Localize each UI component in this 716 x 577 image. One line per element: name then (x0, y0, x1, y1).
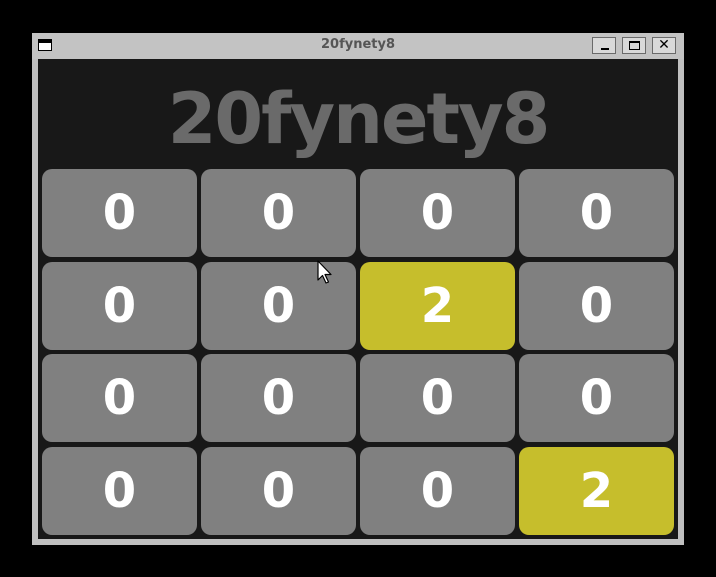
tile-r0-c1: 0 (201, 169, 356, 257)
tile-r2-c2: 0 (360, 354, 515, 442)
mouse-cursor-icon (317, 260, 332, 284)
tile-r1-c0: 0 (42, 262, 197, 350)
game-board: 0 0 0 0 0 0 2 0 0 0 0 0 0 0 0 2 (42, 169, 674, 535)
tile-r0-c2: 0 (360, 169, 515, 257)
tile-r3-c2: 0 (360, 447, 515, 535)
tile-r0-c0: 0 (42, 169, 197, 257)
minimize-button[interactable] (592, 37, 616, 54)
tile-r0-c3: 0 (519, 169, 674, 257)
title-bar[interactable]: 20fynety8 ✕ (32, 33, 684, 59)
maximize-button[interactable] (622, 37, 646, 54)
tile-r3-c0: 0 (42, 447, 197, 535)
app-window: 20fynety8 ✕ 20fynety8 0 0 0 0 0 0 2 0 0 … (32, 33, 684, 545)
window-title: 20fynety8 (320, 37, 396, 52)
tile-r1-c3: 0 (519, 262, 674, 350)
game-area: 20fynety8 0 0 0 0 0 0 2 0 0 0 0 0 0 0 0 … (38, 59, 678, 539)
tile-r3-c1: 0 (201, 447, 356, 535)
tile-r3-c3: 2 (519, 447, 674, 535)
maximize-icon (629, 41, 640, 50)
close-button[interactable]: ✕ (652, 37, 676, 54)
close-icon: ✕ (658, 37, 670, 53)
minimize-icon (601, 48, 609, 50)
tile-r2-c1: 0 (201, 354, 356, 442)
game-heading: 20fynety8 (167, 78, 551, 160)
tile-r1-c2: 2 (360, 262, 515, 350)
tile-r2-c3: 0 (519, 354, 674, 442)
tile-r2-c0: 0 (42, 354, 197, 442)
